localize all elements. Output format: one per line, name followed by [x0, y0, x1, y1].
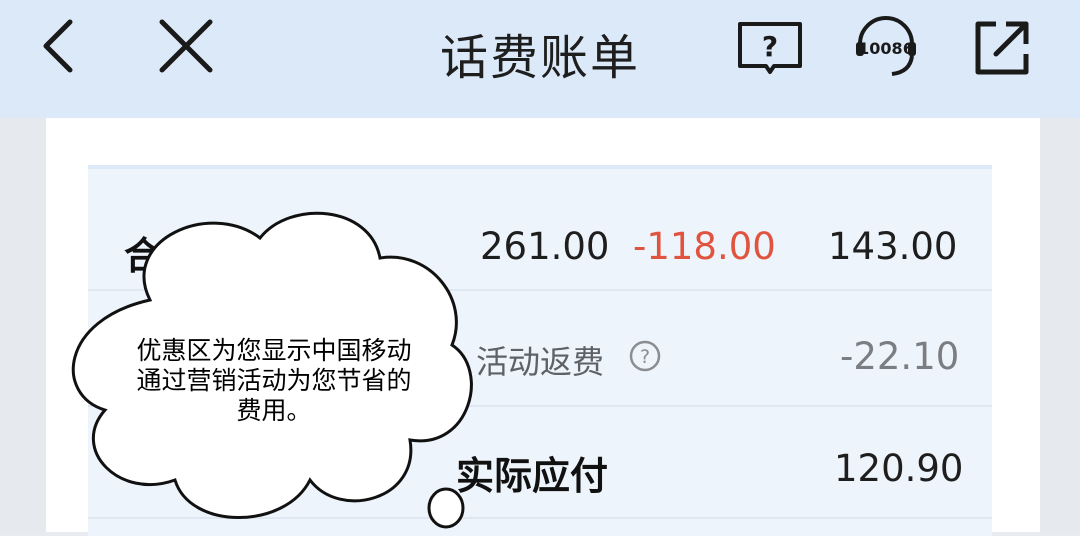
close-icon[interactable] [154, 14, 218, 78]
total-row: 合计 261.00 -118.00 143.00 [88, 179, 992, 291]
chevron-left-icon[interactable] [28, 14, 92, 78]
total-net: 143.00 [828, 225, 958, 268]
activity-rebate-amount: -22.10 [840, 335, 960, 378]
book-question-icon[interactable]: ? [736, 16, 804, 78]
total-discount: -118.00 [633, 225, 776, 268]
right-margin [1040, 118, 1080, 532]
help-circle-icon[interactable]: ? [628, 339, 662, 373]
payable-label: 实际应付 [456, 454, 609, 498]
total-amount: 261.00 [480, 225, 610, 268]
payable-amount: 120.90 [834, 447, 964, 490]
customer-service-icon[interactable]: 10086 [850, 10, 922, 82]
external-link-icon[interactable] [970, 16, 1034, 80]
svg-text:?: ? [640, 346, 650, 368]
page-title: 话费账单 [439, 30, 640, 86]
callout-line-3: 费用。 [236, 396, 312, 425]
callout-line-1: 优惠区为您显示中国移动 [136, 336, 412, 365]
activity-rebate-label: 活动返费 [476, 343, 605, 381]
left-margin [0, 118, 46, 532]
svg-text:?: ? [762, 30, 778, 63]
hotline-number: 10086 [858, 39, 914, 58]
callout-line-2: 通过营销活动为您节省的 [136, 366, 412, 395]
callout-text: 优惠区为您显示中国移动 通过营销活动为您节省的 费用。 [104, 336, 444, 426]
total-label: 合计 [124, 234, 201, 278]
top-bar: 话费账单 ? 10086 [0, 0, 1080, 118]
